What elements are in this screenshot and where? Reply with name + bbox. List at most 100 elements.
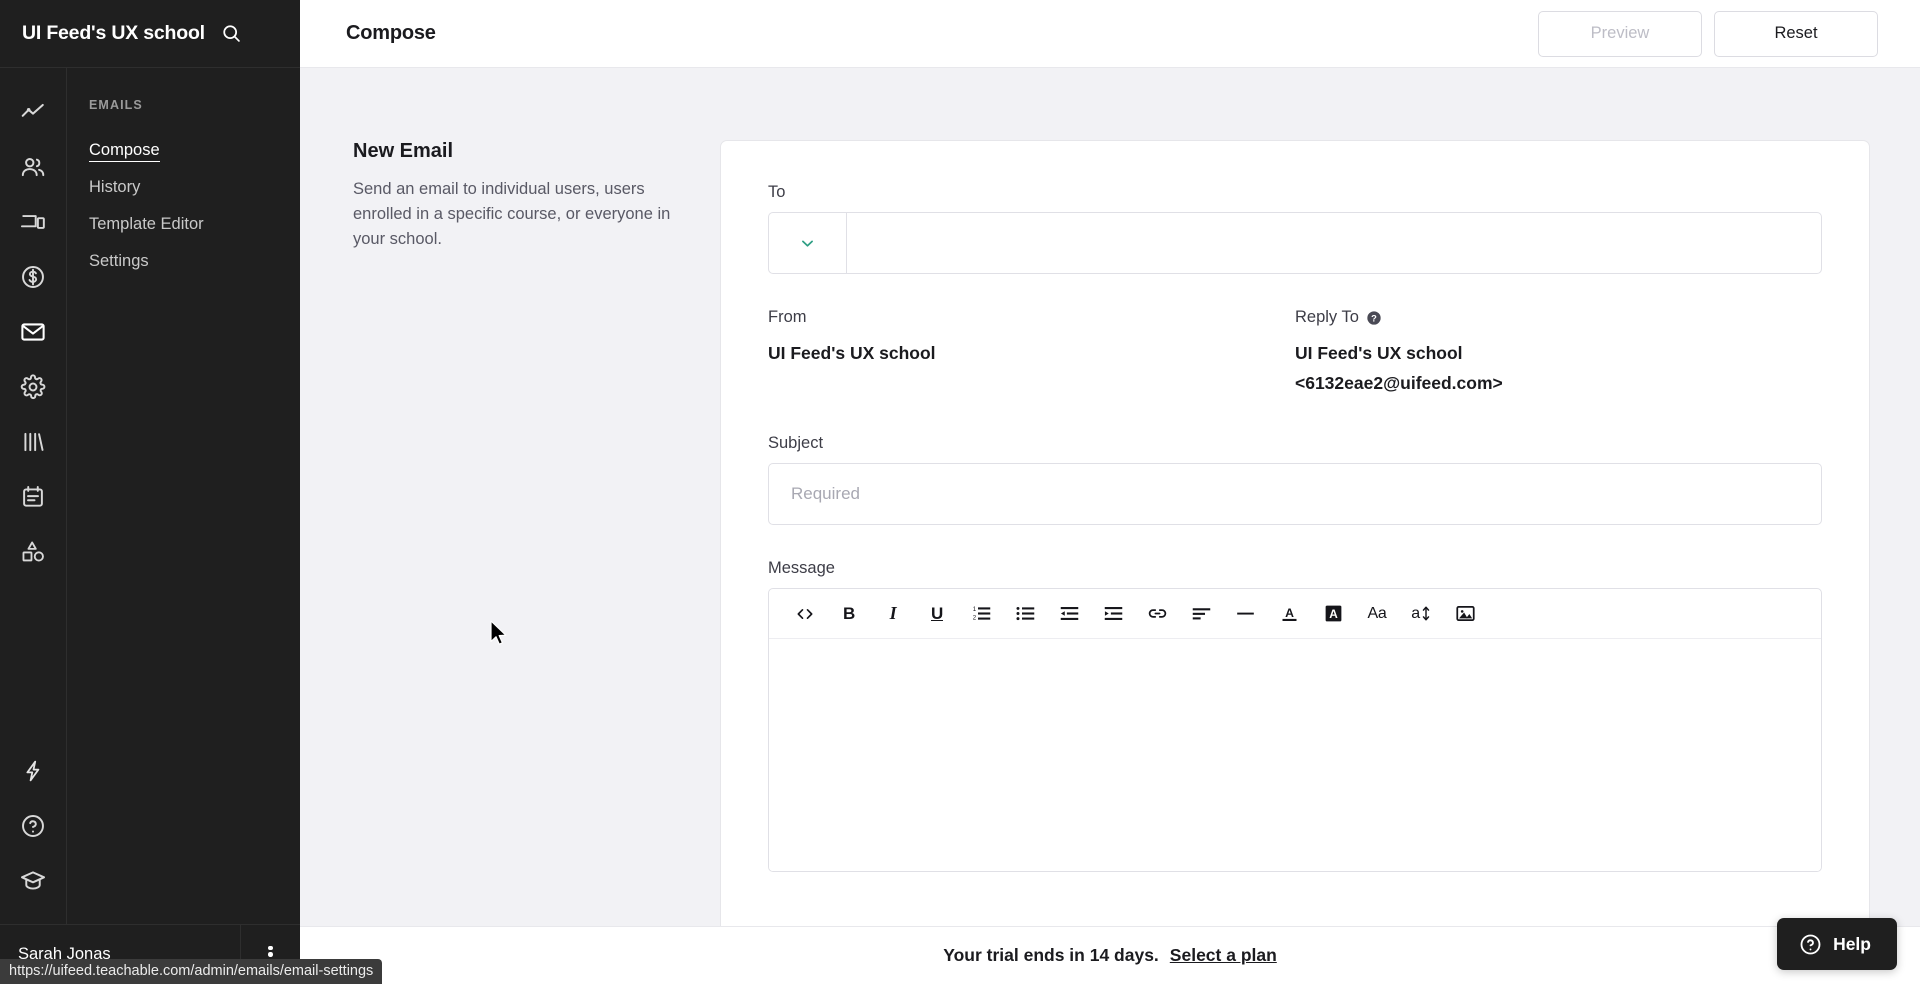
school-header: UI Feed's UX school: [0, 0, 300, 68]
indent-icon[interactable]: [1091, 594, 1135, 634]
from-value: UI Feed's UX school: [768, 343, 936, 363]
rich-text-editor: B I U 1 2 A A Aa a: [768, 588, 1822, 873]
help-circle-icon[interactable]: ?: [1366, 310, 1382, 326]
sidebar-item-compose[interactable]: Compose: [67, 132, 300, 169]
users-icon[interactable]: [7, 139, 59, 194]
sidebar-item-label: Compose: [89, 141, 160, 162]
underline-icon[interactable]: U: [915, 594, 959, 634]
subject-label: Subject: [768, 434, 824, 453]
trial-text: Your trial ends in 14 days.: [943, 945, 1159, 965]
content-area: New Email Send an email to individual us…: [300, 68, 1920, 984]
sidebar-item-history[interactable]: History: [67, 169, 300, 206]
svg-text:A: A: [1329, 607, 1338, 621]
calendar-icon[interactable]: [7, 469, 59, 524]
horizontal-rule-icon[interactable]: [1223, 594, 1267, 634]
rail-bottom: [7, 743, 59, 924]
highlight-color-glyph: A: [1325, 605, 1341, 622]
graduation-cap-icon[interactable]: [7, 853, 59, 908]
preview-button[interactable]: Preview: [1538, 10, 1702, 57]
link-icon[interactable]: [1135, 594, 1179, 634]
insert-image-icon[interactable]: [1443, 594, 1487, 634]
app-root: UI Feed's UX school EMAILS Compose Histo…: [0, 0, 1920, 984]
code-icon[interactable]: [783, 594, 827, 634]
underline-glyph: U: [931, 603, 943, 623]
bold-icon[interactable]: B: [827, 594, 871, 634]
reset-button[interactable]: Reset: [1714, 10, 1878, 57]
nav-section-title: EMAILS: [89, 98, 143, 112]
sidebar: UI Feed's UX school EMAILS Compose Histo…: [0, 0, 300, 984]
bold-glyph: B: [843, 603, 855, 623]
horizontal-rule-glyph: [1236, 612, 1254, 615]
reply-to-name: UI Feed's UX school: [1295, 343, 1463, 363]
reply-to-label-row: Reply To ?: [1295, 308, 1822, 327]
align-left-icon[interactable]: [1179, 594, 1223, 634]
to-recipient-type-dropdown[interactable]: [768, 212, 846, 274]
font-size-glyph: Aa: [1367, 604, 1387, 622]
status-bar-url: https://uifeed.teachable.com/admin/email…: [0, 959, 383, 984]
line-height-glyph: a: [1411, 604, 1420, 622]
select-a-plan-link[interactable]: Select a plan: [1170, 945, 1277, 966]
svg-text:2: 2: [972, 615, 976, 622]
unordered-list-glyph: [1015, 607, 1034, 621]
to-label: To: [768, 183, 786, 201]
outdent-icon[interactable]: [1047, 594, 1091, 634]
lightning-icon[interactable]: [7, 743, 59, 798]
ordered-list-glyph: 1 2: [972, 606, 990, 622]
message-editor-body[interactable]: [769, 639, 1821, 872]
highlight-color-icon[interactable]: A: [1311, 594, 1355, 634]
settings-icon[interactable]: [7, 359, 59, 414]
sales-icon[interactable]: [7, 249, 59, 304]
italic-glyph: I: [889, 603, 897, 624]
line-height-icon[interactable]: a: [1399, 594, 1443, 634]
align-left-glyph: [1192, 608, 1210, 620]
subject-input[interactable]: [768, 463, 1822, 526]
description-title: New Email: [353, 140, 454, 162]
svg-text:?: ?: [1371, 313, 1377, 323]
shapes-icon[interactable]: [7, 524, 59, 579]
message-label: Message: [768, 559, 835, 578]
topbar: Compose Preview Reset: [300, 0, 1920, 68]
sidebar-item-settings[interactable]: Settings: [67, 243, 300, 280]
to-input[interactable]: [846, 212, 1822, 274]
updown-arrow-icon: [1422, 606, 1430, 621]
from-replyto-row: From UI Feed's UX school Reply To ? UI F…: [768, 308, 1822, 398]
reply-to-label: Reply To: [1295, 308, 1359, 326]
subject-field-group: Subject: [768, 434, 1822, 526]
chevron-down-icon: [802, 240, 813, 247]
to-field-group: To: [768, 183, 1822, 274]
sidebar-item-label: Template Editor: [89, 215, 204, 233]
from-label: From: [768, 308, 807, 326]
help-fab-button[interactable]: Help: [1777, 918, 1897, 970]
reply-to-email: <6132eae2@uifeed.com>: [1295, 373, 1503, 394]
page-title: Compose: [346, 22, 436, 44]
main-area: Compose Preview Reset New Email Send an …: [300, 0, 1920, 984]
search-icon[interactable]: [217, 19, 247, 49]
unordered-list-icon[interactable]: [1003, 594, 1047, 634]
help-circle-icon[interactable]: [7, 798, 59, 853]
emails-icon[interactable]: [7, 304, 59, 359]
italic-icon[interactable]: I: [871, 594, 915, 634]
question-circle-icon: [1800, 934, 1821, 954]
school-name: UI Feed's UX school: [22, 22, 205, 44]
trial-banner: Your trial ends in 14 days. Select a pla…: [300, 926, 1920, 984]
sidebar-item-template-editor[interactable]: Template Editor: [67, 206, 300, 243]
font-size-icon[interactable]: Aa: [1355, 594, 1399, 634]
sidebar-body: EMAILS Compose History Template Editor S…: [0, 68, 300, 924]
help-circle-glyph: ?: [1367, 310, 1381, 325]
compose-form-card: To From UI Feed's UX school Reply To ? U…: [720, 140, 1870, 984]
reply-to-block: Reply To ? UI Feed's UX school <6132eae2…: [1295, 308, 1822, 398]
to-row: [768, 212, 1822, 274]
nav-column: EMAILS Compose History Template Editor S…: [67, 68, 300, 924]
site-icon[interactable]: [7, 194, 59, 249]
help-fab-label: Help: [1833, 933, 1871, 954]
analytics-icon[interactable]: [7, 84, 59, 139]
indent-glyph: [1104, 607, 1122, 621]
text-color-icon[interactable]: A: [1267, 594, 1311, 634]
description-body: Send an email to individual users, users…: [353, 180, 671, 249]
ordered-list-icon[interactable]: 1 2: [959, 594, 1003, 634]
sidebar-item-label: History: [89, 178, 141, 196]
text-color-glyph: A: [1282, 606, 1296, 621]
library-icon[interactable]: [7, 414, 59, 469]
message-field-group: Message B I U 1 2 A A Aa a: [768, 559, 1822, 873]
svg-text:A: A: [1285, 606, 1294, 620]
